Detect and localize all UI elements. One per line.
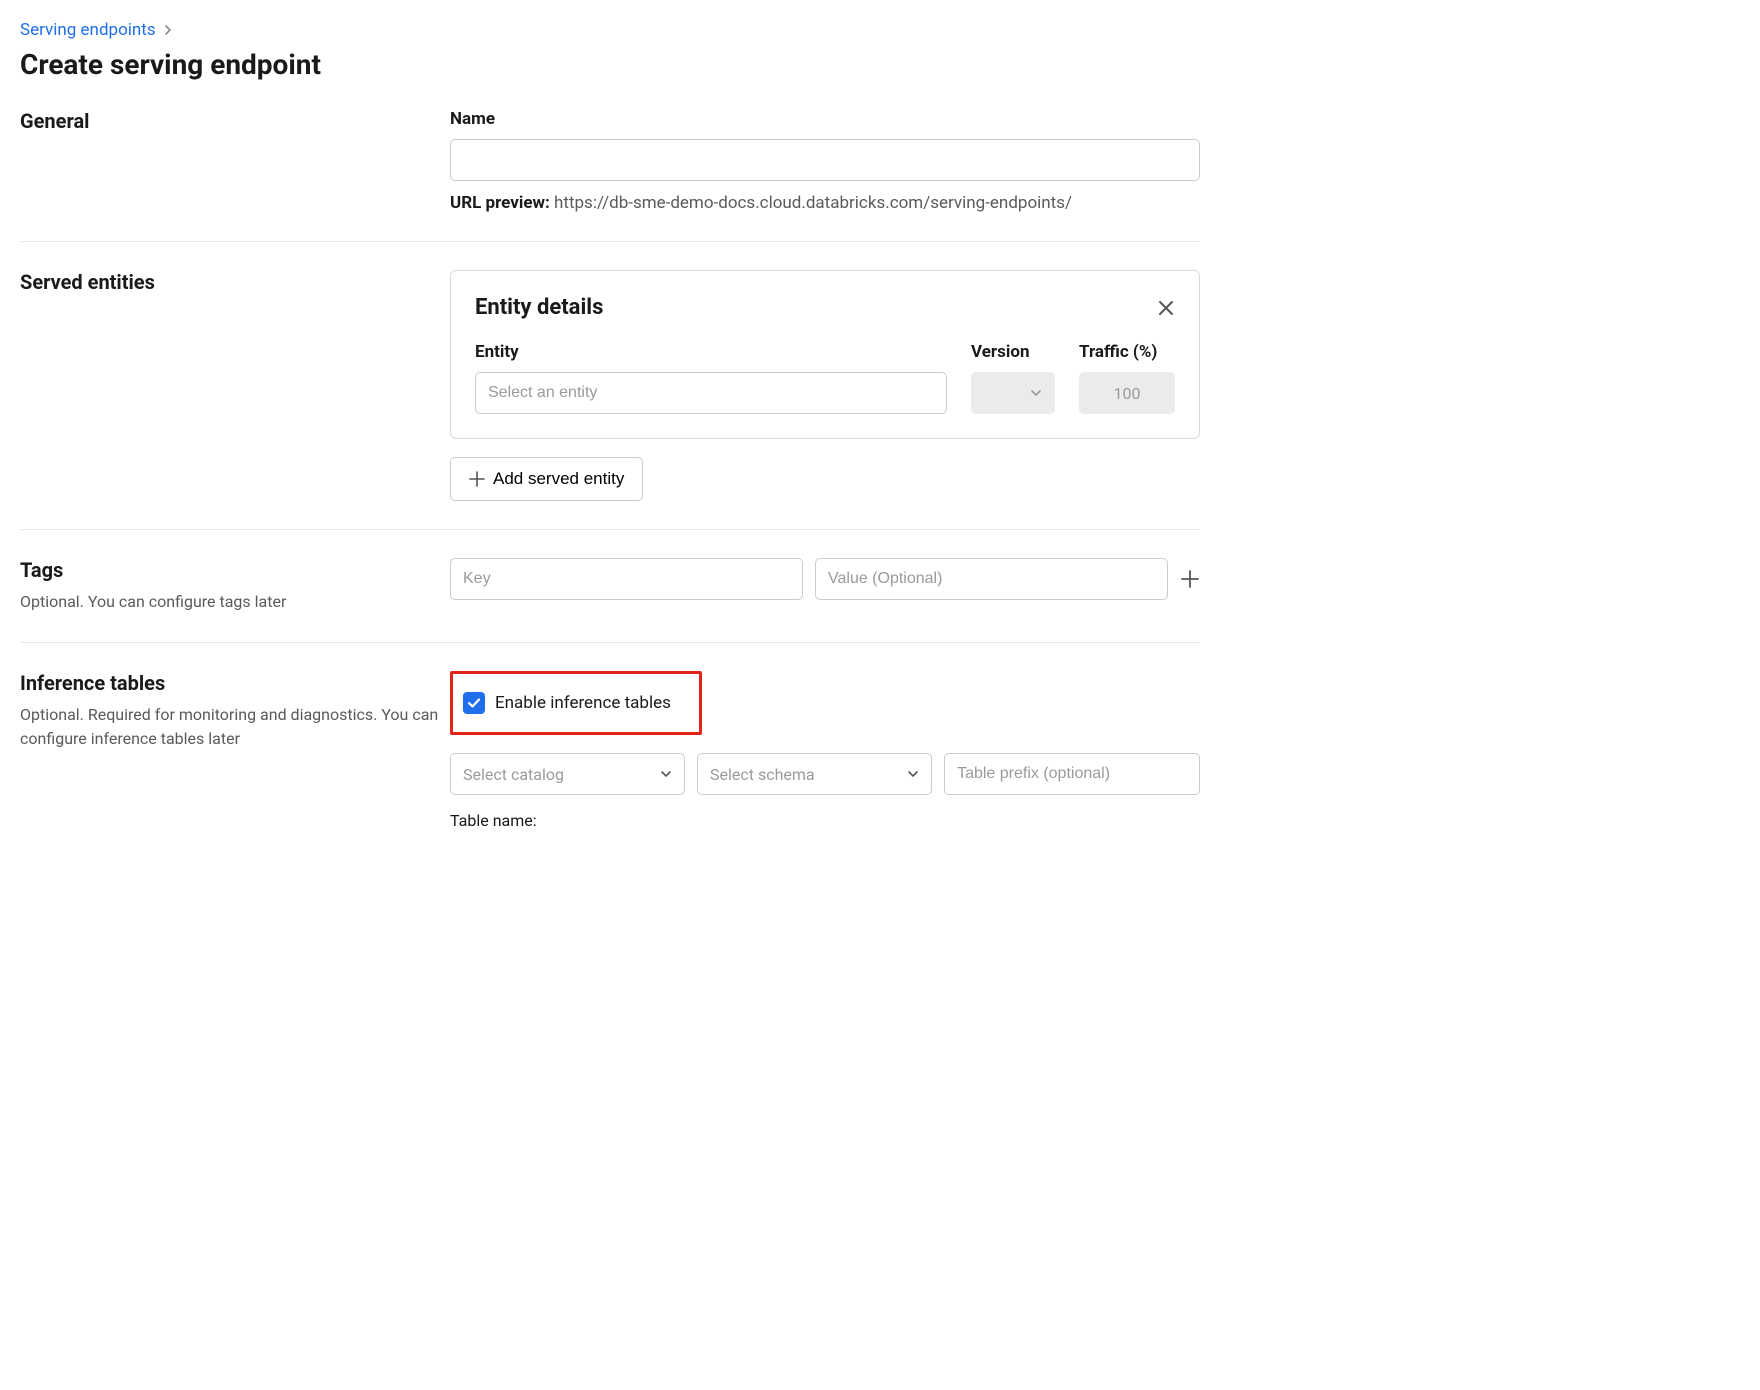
chevron-down-icon	[907, 768, 919, 780]
breadcrumb-root-link[interactable]: Serving endpoints	[20, 20, 156, 40]
traffic-input: 100	[1079, 372, 1175, 414]
enable-inference-checkbox[interactable]	[463, 692, 485, 714]
name-label: Name	[450, 109, 1200, 129]
schema-placeholder: Select schema	[710, 765, 815, 784]
section-general: General Name URL preview: https://db-sme…	[20, 109, 1200, 242]
section-tags: Tags Optional. You can configure tags la…	[20, 558, 1200, 643]
tag-value-input[interactable]	[815, 558, 1168, 600]
check-icon	[467, 696, 481, 710]
section-heading-served: Served entities	[20, 270, 450, 294]
chevron-down-icon	[1030, 387, 1042, 399]
enable-inference-label: Enable inference tables	[495, 693, 671, 713]
close-icon[interactable]	[1157, 299, 1175, 317]
version-col-label: Version	[971, 342, 1055, 362]
tag-key-input[interactable]	[450, 558, 803, 600]
section-heading-inference: Inference tables	[20, 671, 450, 695]
catalog-select[interactable]: Select catalog	[450, 753, 685, 795]
table-name-label: Table name:	[450, 811, 537, 830]
entity-card-title: Entity details	[475, 295, 603, 320]
add-served-entity-label: Add served entity	[493, 469, 624, 489]
version-select[interactable]	[971, 372, 1055, 414]
traffic-value: 100	[1114, 384, 1141, 403]
entity-details-card: Entity details Entity Version	[450, 270, 1200, 439]
entity-select-input[interactable]	[475, 372, 947, 414]
url-preview-label: URL preview:	[450, 193, 550, 213]
section-heading-general: General	[20, 109, 450, 133]
url-preview: URL preview: https://db-sme-demo-docs.cl…	[450, 193, 1200, 213]
chevron-down-icon	[660, 768, 672, 780]
add-tag-button[interactable]	[1180, 569, 1200, 589]
inference-checkbox-highlight: Enable inference tables	[450, 671, 702, 735]
url-preview-value: https://db-sme-demo-docs.cloud.databrick…	[554, 193, 1072, 213]
entity-col-label: Entity	[475, 342, 947, 362]
page-title: Create serving endpoint	[20, 48, 1200, 81]
plus-icon	[469, 471, 485, 487]
section-inference-tables: Inference tables Optional. Required for …	[20, 671, 1200, 858]
section-served-entities: Served entities Entity details Entity Ve…	[20, 270, 1200, 530]
catalog-placeholder: Select catalog	[463, 765, 564, 784]
breadcrumb: Serving endpoints	[20, 20, 1200, 40]
section-sub-inference: Optional. Required for monitoring and di…	[20, 703, 450, 751]
section-heading-tags: Tags	[20, 558, 450, 582]
table-name-row: Table name:	[450, 811, 1200, 830]
traffic-col-label: Traffic (%)	[1079, 342, 1175, 362]
table-prefix-input[interactable]	[944, 753, 1200, 795]
chevron-right-icon	[164, 25, 174, 35]
schema-select[interactable]: Select schema	[697, 753, 932, 795]
section-sub-tags: Optional. You can configure tags later	[20, 590, 450, 614]
name-input[interactable]	[450, 139, 1200, 181]
add-served-entity-button[interactable]: Add served entity	[450, 457, 643, 501]
